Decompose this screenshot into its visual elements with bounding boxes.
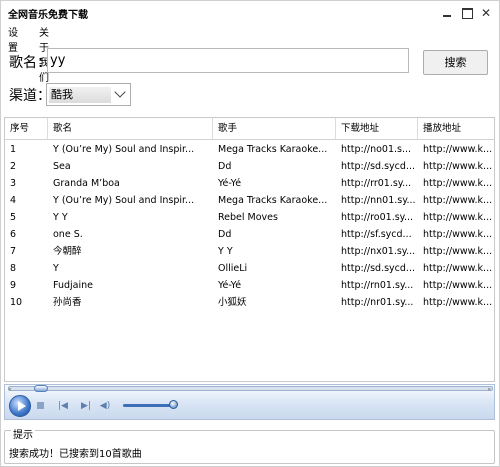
table-row[interactable]: 4 Y (Ou’re My) Soul and Inspir... Mega Tra… <box>5 192 494 209</box>
cell-song: Y <box>53 263 59 274</box>
cell-index: 5 <box>10 212 17 223</box>
cell-index: 7 <box>10 246 17 257</box>
cell-download-url: http://rn01.sy... <box>341 280 414 291</box>
table-row[interactable]: 10 孙尚香 小狐妖 http://nr01.sy... http://www.k... <box>5 294 494 311</box>
menu-settings[interactable]: 设置 <box>8 24 18 54</box>
channel-label: 渠道： <box>9 88 51 104</box>
cell-play-url: http://www.k... <box>423 212 493 223</box>
cell-song: Sea <box>53 161 71 172</box>
cell-index: 1 <box>10 144 17 155</box>
cell-index: 3 <box>10 178 17 189</box>
status-title: 提示 <box>11 426 35 441</box>
cell-play-url: http://www.k... <box>423 178 493 189</box>
table-header: 序号 歌名 歌手 下载地址 播放地址 <box>5 118 494 140</box>
previous-button[interactable]: |◀ <box>57 400 69 412</box>
cell-index: 4 <box>10 195 17 206</box>
channel-select[interactable]: 酷我 <box>46 83 131 106</box>
table-row[interactable]: 6 one S. Dd http://sf.sycd... http://www.k..… <box>5 226 494 243</box>
cell-song: one S. <box>53 229 83 240</box>
chevron-down-icon <box>114 86 126 98</box>
seek-end-icon: » <box>487 386 491 393</box>
table-row[interactable]: 2 Sea Dd http://sd.sycd... http://www.k... <box>5 158 494 175</box>
column-header-index[interactable]: 序号 <box>5 118 48 139</box>
cell-song: 今朝醉 <box>53 246 82 257</box>
column-header-download-url[interactable]: 下载地址 <box>336 118 418 139</box>
table-row[interactable]: 8 Y OllieLi http://sd.sycd... http://www.k..… <box>5 260 494 277</box>
window-title: 全网音乐免费下载 <box>8 10 88 21</box>
close-icon[interactable]: ✕ <box>480 7 492 19</box>
cell-artist: 小狐妖 <box>218 297 247 308</box>
cell-artist: Y Y <box>218 246 233 257</box>
title-bar: 全网音乐免费下载 ✕ <box>1 1 499 23</box>
cell-play-url: http://www.k... <box>423 195 493 206</box>
cell-artist: OllieLi <box>218 263 248 274</box>
cell-artist: Rebel Moves <box>218 212 278 223</box>
cell-artist: Dd <box>218 229 232 240</box>
cell-download-url: http://nn01.sy... <box>341 195 416 206</box>
volume-icon[interactable]: ◀) <box>99 400 111 412</box>
results-table[interactable]: 序号 歌名 歌手 下载地址 播放地址 1 Y (Ou’re My) Soul an… <box>4 117 495 382</box>
play-button[interactable] <box>9 395 31 417</box>
cell-play-url: http://www.k... <box>423 144 493 155</box>
main-window: 全网音乐免费下载 ✕ 设置 关于我们 歌名： yy 搜索 渠道： 酷我 序号 歌… <box>0 0 500 467</box>
table-row[interactable]: 5 Y Y Rebel Moves http://ro01.sy... http://w… <box>5 209 494 226</box>
cell-song: Granda M’boa <box>53 178 120 189</box>
cell-index: 10 <box>10 297 23 308</box>
cell-song: Y Y <box>53 212 68 223</box>
cell-index: 2 <box>10 161 17 172</box>
cell-index: 9 <box>10 280 17 291</box>
media-player: « » |◀ ▶| ◀) <box>4 384 495 420</box>
seek-bar[interactable]: « » <box>8 385 493 393</box>
column-header-song[interactable]: 歌名 <box>48 118 213 139</box>
cell-download-url: http://ro01.sy... <box>341 212 413 223</box>
table-row[interactable]: 1 Y (Ou’re My) Soul and Inspir... Mega Tra… <box>5 141 494 158</box>
cell-artist: Mega Tracks Karaoke... <box>218 144 328 155</box>
cell-download-url: http://sd.sycd... <box>341 161 415 172</box>
cell-index: 6 <box>10 229 17 240</box>
cell-index: 8 <box>10 263 17 274</box>
cell-play-url: http://www.k... <box>423 246 493 257</box>
table-row[interactable]: 9 Fudjaine Yé-Yé http://rn01.sy... http://ww… <box>5 277 494 294</box>
maximize-icon[interactable] <box>461 7 473 19</box>
cell-play-url: http://www.k... <box>423 280 493 291</box>
cell-download-url: http://nr01.sy... <box>341 297 414 308</box>
cell-download-url: http://sd.sycd... <box>341 263 415 274</box>
column-header-play-url[interactable]: 播放地址 <box>418 118 494 139</box>
cell-download-url: http://nx01.sy... <box>341 246 416 257</box>
cell-play-url: http://www.k... <box>423 229 493 240</box>
cell-play-url: http://www.k... <box>423 263 493 274</box>
next-button[interactable]: ▶| <box>80 400 92 412</box>
cell-song: Fudjaine <box>53 280 93 291</box>
stop-button[interactable] <box>35 400 47 412</box>
cell-song: 孙尚香 <box>53 297 82 308</box>
song-name-label: 歌名： <box>9 55 51 71</box>
seek-thumb[interactable] <box>34 385 48 392</box>
status-message: 搜索成功！已搜索到10首歌曲 <box>9 449 142 460</box>
cell-download-url: http://rr01.sy... <box>341 178 412 189</box>
table-row[interactable]: 7 今朝醉 Y Y http://nx01.sy... http://www.k... <box>5 243 494 260</box>
channel-selected-value: 酷我 <box>49 87 111 103</box>
cell-song: Y (Ou’re My) Soul and Inspir... <box>53 195 195 206</box>
search-button[interactable]: 搜索 <box>423 50 488 75</box>
cell-artist: Mega Tracks Karaoke... <box>218 195 328 206</box>
table-row[interactable]: 3 Granda M’boa Yé-Yé http://rr01.sy... http:… <box>5 175 494 192</box>
cell-song: Y (Ou’re My) Soul and Inspir... <box>53 144 195 155</box>
cell-download-url: http://sf.sycd... <box>341 229 412 240</box>
cell-artist: Yé-Yé <box>218 178 242 189</box>
column-header-artist[interactable]: 歌手 <box>213 118 336 139</box>
volume-thumb[interactable] <box>169 400 178 409</box>
minimize-icon[interactable] <box>441 7 453 19</box>
cell-play-url: http://www.k... <box>423 297 493 308</box>
song-name-input[interactable]: yy <box>47 48 409 73</box>
cell-artist: Dd <box>218 161 232 172</box>
cell-artist: Yé-Yé <box>218 280 242 291</box>
cell-download-url: http://no01.s... <box>341 144 412 155</box>
seek-start-icon: « <box>8 386 12 393</box>
cell-play-url: http://www.k... <box>423 161 493 172</box>
